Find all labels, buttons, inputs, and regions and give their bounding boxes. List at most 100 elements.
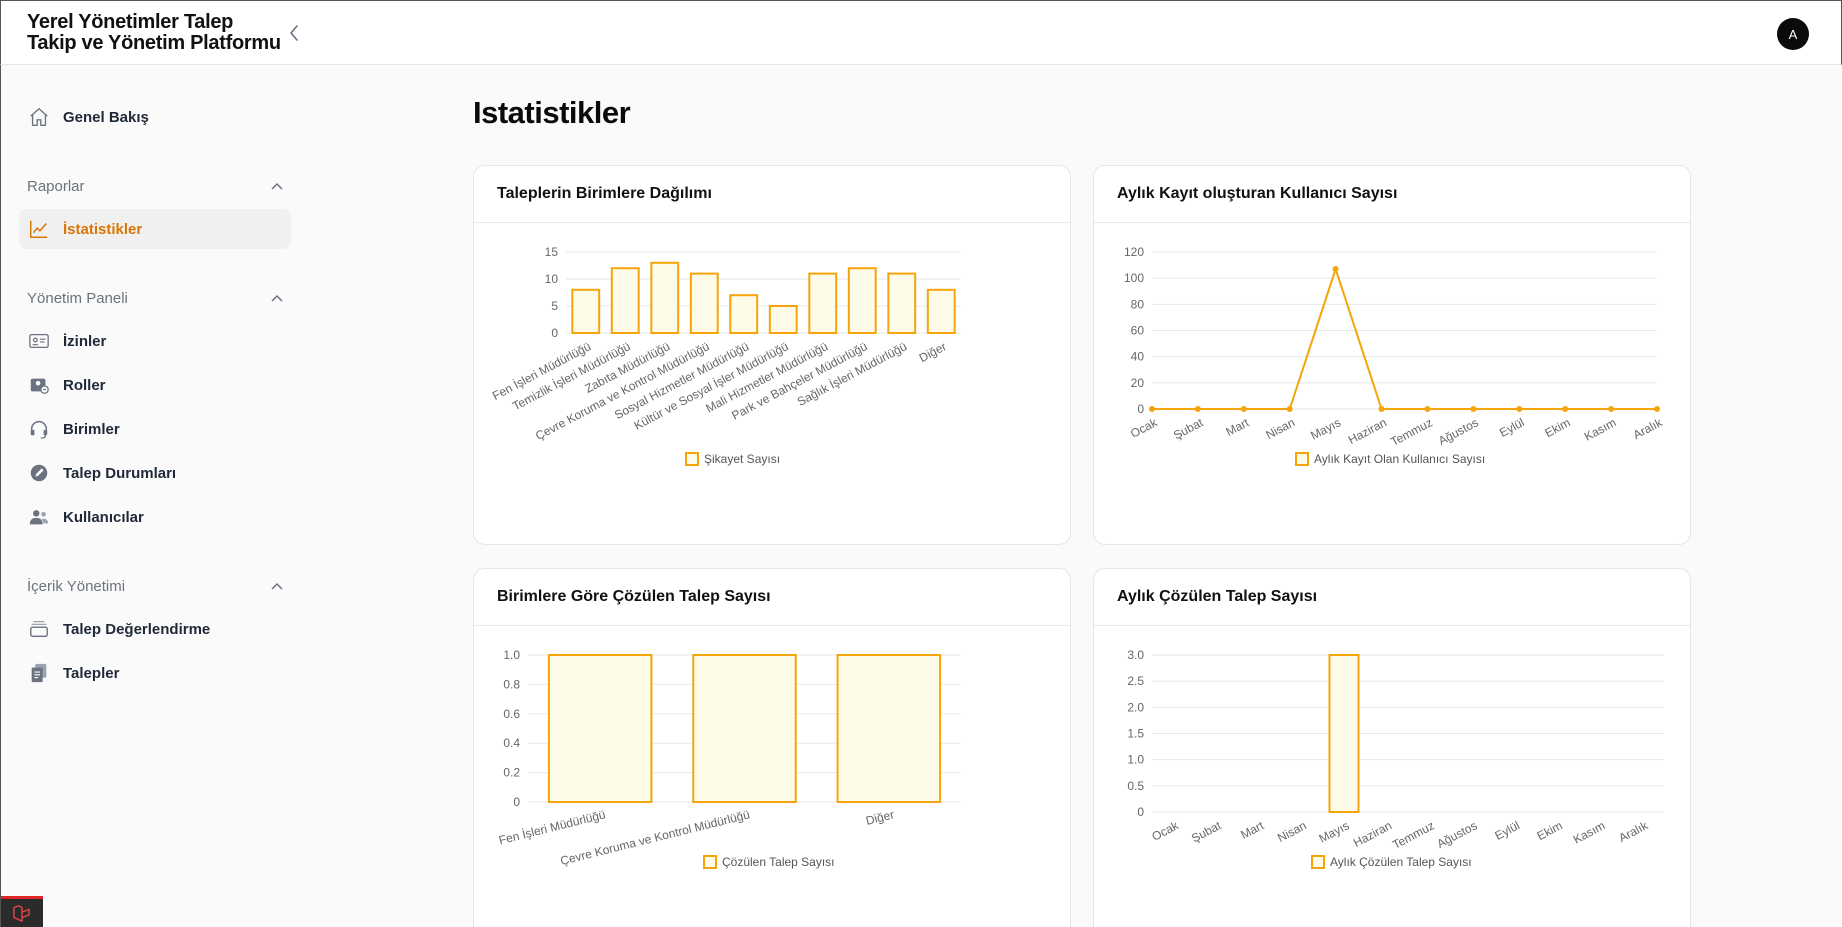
sidebar-collapse-button[interactable] (287, 23, 301, 43)
data-point[interactable] (1562, 406, 1569, 412)
sidebar-item-istatistikler[interactable]: İstatistikler (19, 209, 291, 249)
legend-label[interactable]: Aylık Kayıt Olan Kullanıcı Sayısı (1314, 452, 1485, 466)
x-tick-label: Şubat (1189, 818, 1224, 845)
data-point[interactable] (1332, 266, 1339, 273)
headset-icon (27, 417, 51, 441)
sidebar-item-label: Talep Değerlendirme (63, 620, 211, 638)
x-tick-label: Aralık (1631, 415, 1666, 442)
bar[interactable] (571, 288, 601, 335)
data-point[interactable] (1516, 406, 1523, 412)
chart-card-title: Aylık Kayıt oluşturan Kullanıcı Sayısı (1094, 166, 1690, 223)
x-tick-label: Mayıs (1317, 818, 1352, 845)
app-title: Yerel Yönetimler Talep Takip ve Yönetim … (27, 12, 281, 54)
bar[interactable] (547, 654, 653, 803)
y-tick-label: 60 (1131, 324, 1145, 338)
bar[interactable] (610, 267, 640, 335)
user-avatar[interactable]: A (1777, 18, 1809, 50)
sidebar-item-label: Roller (63, 376, 106, 394)
sidebar-item-kullanicilar[interactable]: Kullanıcılar (19, 497, 291, 537)
x-tick-label: Ocak (1149, 818, 1181, 844)
data-point[interactable] (1286, 406, 1293, 412)
x-tick-label: Nisan (1263, 415, 1297, 442)
sidebar-item-birimler[interactable]: Birimler (19, 409, 291, 449)
complaints-by-unit-chart: 051015Fen İşleri MüdürlüğüTemizlik İşler… (490, 245, 961, 466)
y-tick-label: 0.4 (503, 736, 520, 750)
y-tick-label: 15 (545, 245, 559, 259)
data-point[interactable] (1424, 406, 1431, 412)
data-point[interactable] (1470, 406, 1477, 412)
bar[interactable] (768, 305, 798, 334)
bar[interactable] (926, 288, 956, 335)
group-raporlar[interactable]: Raporlar (27, 175, 283, 197)
y-tick-label: 0 (551, 326, 558, 340)
bar[interactable] (847, 267, 877, 335)
sidebar-item-genel-bakis[interactable]: Genel Bakış (19, 97, 291, 137)
y-tick-label: 0.6 (503, 707, 520, 721)
chevron-up-icon (271, 294, 283, 302)
sidebar-item-talepler[interactable]: Talepler (19, 653, 291, 693)
chart-card-title: Aylık Çözülen Talep Sayısı (1094, 569, 1690, 626)
bar[interactable] (887, 272, 917, 334)
x-tick-label: Ekim (1542, 415, 1572, 440)
group-icerik-yonetimi[interactable]: İçerik Yönetimi (27, 575, 283, 597)
resolved-by-unit-chart: 00.20.40.60.81.0Fen İşleri MüdürlüğüÇevr… (497, 648, 961, 869)
x-tick-label: Temmuz (1388, 415, 1435, 449)
bar[interactable] (1328, 654, 1360, 813)
sidebar-item-talep-durumlari[interactable]: Talep Durumları (19, 453, 291, 493)
pen-circle-icon (27, 461, 51, 485)
y-tick-label: 5 (551, 299, 558, 313)
legend-label[interactable]: Şikayet Sayısı (704, 452, 780, 466)
y-tick-label: 3.0 (1127, 648, 1144, 662)
x-tick-label: Aralık (1616, 818, 1651, 845)
group-label: İçerik Yönetimi (27, 577, 126, 595)
data-point[interactable] (1378, 406, 1385, 412)
id-card-icon (27, 329, 51, 353)
legend-label[interactable]: Aylık Çözülen Talep Sayısı (1330, 855, 1472, 869)
legend-swatch (685, 452, 699, 466)
data-point[interactable] (1608, 406, 1615, 412)
x-tick-label: Eylül (1493, 818, 1523, 843)
x-tick-label: Eylül (1497, 415, 1527, 440)
sidebar-item-label: Kullanıcılar (63, 508, 144, 526)
top-bar: Yerel Yönetimler Talep Takip ve Yönetim … (0, 0, 1842, 65)
bar[interactable] (650, 261, 680, 334)
group-yonetim-paneli[interactable]: Yönetim Paneli (27, 287, 283, 309)
y-tick-label: 1.5 (1127, 727, 1144, 741)
sidebar-item-label: Birimler (63, 420, 120, 438)
y-tick-label: 0 (1137, 402, 1144, 416)
bar[interactable] (836, 654, 942, 803)
main-content: Istatistikler Taleplerin Birimlere Dağıl… (300, 65, 1842, 927)
y-tick-label: 20 (1131, 376, 1145, 390)
bar[interactable] (729, 294, 759, 334)
data-point[interactable] (1149, 406, 1155, 412)
data-point[interactable] (1194, 406, 1201, 412)
x-tick-label: Mayıs (1308, 415, 1343, 442)
legend-label[interactable]: Çözülen Talep Sayısı (722, 855, 835, 869)
bar[interactable] (689, 272, 719, 334)
y-tick-label: 40 (1131, 350, 1145, 364)
series-line (1152, 265, 1657, 410)
sidebar-item-roller[interactable]: Roller (19, 365, 291, 405)
chart-card: Aylık Kayıt oluşturan Kullanıcı Sayısı 0… (1093, 165, 1691, 545)
group-label: Raporlar (27, 177, 85, 195)
data-point[interactable] (1240, 406, 1247, 412)
chart-card-title: Birimlere Göre Çözülen Talep Sayısı (474, 569, 1070, 626)
sidebar-item-talep-degerlendirme[interactable]: Talep Değerlendirme (19, 609, 291, 649)
laravel-logo-icon (13, 905, 30, 922)
x-tick-label: Mart (1223, 415, 1251, 439)
chart-card: Aylık Çözülen Talep Sayısı 0 0.5 1.0 1.5 2.0… (1093, 568, 1691, 927)
bar[interactable] (808, 272, 838, 334)
sidebar-item-izinler[interactable]: İzinler (19, 321, 291, 361)
x-tick-label: Mart (1238, 818, 1266, 842)
chevron-left-icon (290, 25, 298, 41)
data-point[interactable] (1654, 406, 1660, 412)
bar[interactable] (692, 654, 797, 803)
laravel-logo-badge[interactable] (1, 896, 43, 927)
y-tick-label: 1.0 (503, 648, 520, 662)
monthly-registered-users-chart: 0 20 40 60 80 100 120 Ocak Şubat Mart Nisan Mayıs Ha… (1124, 245, 1666, 466)
y-tick-label: 0.2 (503, 766, 520, 780)
y-tick-label: 0 (513, 795, 520, 809)
x-tick-label: Diğer (917, 339, 949, 365)
chevron-up-icon (271, 582, 283, 590)
chart-card: Birimlere Göre Çözülen Talep Sayısı 0 0.2… (473, 568, 1071, 927)
